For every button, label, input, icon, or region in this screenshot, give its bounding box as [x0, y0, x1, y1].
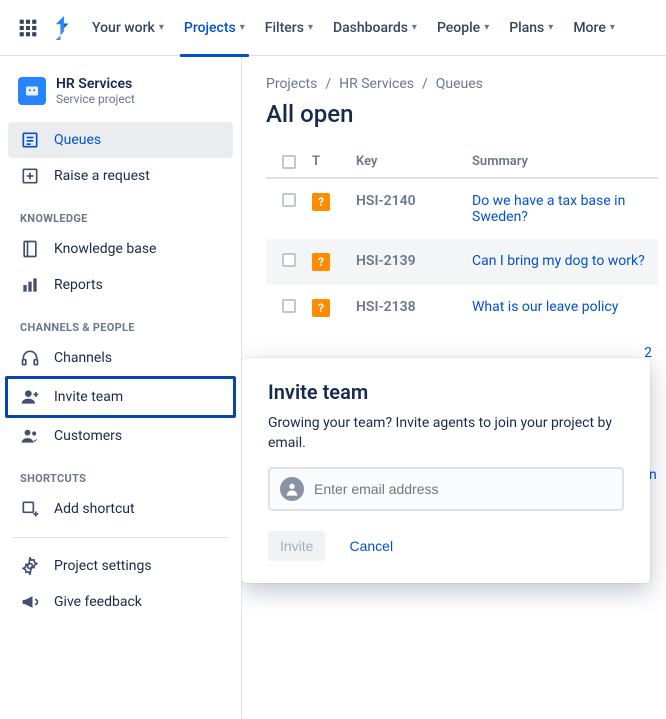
breadcrumb: Projects/ HR Services/ Queues — [266, 76, 658, 92]
issue-summary[interactable]: Can I bring my dog to work? — [472, 253, 658, 269]
nav-label: Your work — [92, 20, 155, 36]
top-nav: Your work ▾ Projects ▾ Filters ▾ Dashboards… — [0, 0, 666, 56]
project-avatar-icon — [18, 77, 46, 105]
nav-filters[interactable]: Filters ▾ — [257, 14, 321, 42]
issue-key[interactable]: HSI-2140 — [356, 193, 472, 209]
nav-more[interactable]: More ▾ — [565, 14, 623, 42]
sidebar-item-label: Add shortcut — [54, 501, 135, 517]
gear-icon — [20, 556, 40, 576]
chevron-down-icon: ▾ — [484, 22, 489, 33]
chevron-down-icon: ▾ — [240, 22, 245, 33]
row-checkbox[interactable] — [282, 253, 296, 267]
issue-type-icon: ? — [312, 299, 330, 317]
nav-label: Plans — [509, 20, 544, 36]
sidebar-item-label: Knowledge base — [54, 241, 156, 257]
sidebar: HR Services Service project Queues Raise… — [0, 56, 242, 719]
nav-projects[interactable]: Projects ▾ — [176, 14, 253, 42]
sidebar-item-label: Customers — [54, 428, 122, 444]
column-summary[interactable]: Summary — [472, 154, 658, 169]
plus-box-icon — [20, 166, 40, 186]
section-channels-people: CHANNELS & PEOPLE — [8, 303, 233, 340]
sidebar-item-raise-request[interactable]: Raise a request — [8, 158, 233, 194]
table-row[interactable]: ? HSI-2138 What is our leave policy — [266, 285, 658, 331]
shortcut-plus-icon — [20, 499, 40, 519]
issue-key[interactable]: HSI-2138 — [356, 299, 472, 315]
table-header-row: T Key Summary — [266, 148, 658, 179]
breadcrumb-projects[interactable]: Projects — [266, 76, 317, 92]
chevron-down-icon: ▾ — [548, 22, 553, 33]
person-plus-icon — [20, 387, 40, 407]
sidebar-item-project-settings[interactable]: Project settings — [8, 548, 233, 584]
sidebar-item-add-shortcut[interactable]: Add shortcut — [8, 491, 233, 527]
people-icon — [20, 426, 40, 446]
column-key[interactable]: Key — [356, 154, 472, 169]
cancel-button[interactable]: Cancel — [337, 531, 405, 561]
column-type[interactable]: T — [312, 154, 356, 169]
chevron-down-icon: ▾ — [412, 22, 417, 33]
sidebar-item-invite-team[interactable]: Invite team — [5, 376, 236, 418]
chart-icon — [20, 275, 40, 295]
project-title: HR Services — [56, 76, 135, 92]
nav-plans[interactable]: Plans ▾ — [501, 14, 561, 42]
select-all-checkbox[interactable] — [282, 155, 296, 169]
book-icon — [20, 239, 40, 259]
divider — [12, 537, 229, 538]
sidebar-item-label: Invite team — [54, 389, 123, 405]
app-switcher-icon[interactable] — [12, 12, 44, 44]
nav-label: More — [573, 20, 606, 36]
row-checkbox[interactable] — [282, 299, 296, 313]
section-knowledge: KNOWLEDGE — [8, 194, 233, 231]
section-shortcuts: SHORTCUTS — [8, 454, 233, 491]
chevron-down-icon: ▾ — [159, 22, 164, 33]
sidebar-item-customers[interactable]: Customers — [8, 418, 233, 454]
project-header: HR Services Service project — [8, 68, 233, 122]
issue-summary[interactable]: What is our leave policy — [472, 299, 658, 315]
email-input-wrapper[interactable] — [268, 467, 624, 511]
sidebar-item-give-feedback[interactable]: Give feedback — [8, 584, 233, 620]
issue-type-icon: ? — [312, 253, 330, 271]
headset-icon — [20, 348, 40, 368]
breadcrumb-queues[interactable]: Queues — [436, 76, 483, 92]
modal-title: Invite team — [268, 380, 624, 404]
breadcrumb-hr-services[interactable]: HR Services — [339, 76, 414, 92]
page-title: All open — [266, 100, 658, 128]
nav-label: People — [437, 20, 480, 36]
issue-summary[interactable]: Do we have a tax base in Sweden? — [472, 193, 658, 225]
table-row[interactable]: ? HSI-2140 Do we have a tax base in Swed… — [266, 179, 658, 239]
sidebar-item-label: Queues — [54, 132, 101, 148]
sidebar-item-label: Reports — [54, 277, 103, 293]
sidebar-item-label: Give feedback — [54, 594, 142, 610]
nav-label: Filters — [265, 20, 304, 36]
main-content: Projects/ HR Services/ Queues All open T… — [242, 56, 666, 719]
issue-key[interactable]: HSI-2139 — [356, 253, 472, 269]
chevron-down-icon: ▾ — [610, 22, 615, 33]
invite-button[interactable]: Invite — [268, 531, 325, 561]
modal-description: Growing your team? Invite agents to join… — [268, 414, 624, 453]
person-icon — [280, 477, 304, 501]
jira-logo-icon[interactable] — [48, 12, 80, 44]
modal-actions: Invite Cancel — [268, 531, 624, 561]
sidebar-item-label: Channels — [54, 350, 112, 366]
nav-people[interactable]: People ▾ — [429, 14, 497, 42]
project-subtitle: Service project — [56, 92, 135, 106]
nav-dashboards[interactable]: Dashboards ▾ — [325, 14, 425, 42]
invite-team-modal: Invite team Growing your team? Invite ag… — [242, 358, 650, 583]
row-checkbox[interactable] — [282, 193, 296, 207]
nav-your-work[interactable]: Your work ▾ — [84, 14, 172, 42]
sidebar-item-knowledge-base[interactable]: Knowledge base — [8, 231, 233, 267]
sidebar-item-queues[interactable]: Queues — [8, 122, 233, 158]
email-field[interactable] — [314, 481, 612, 497]
sidebar-item-label: Raise a request — [54, 168, 150, 184]
sidebar-item-reports[interactable]: Reports — [8, 267, 233, 303]
issue-type-icon: ? — [312, 193, 330, 211]
sidebar-item-label: Project settings — [54, 558, 152, 574]
nav-label: Projects — [184, 20, 236, 36]
chevron-down-icon: ▾ — [308, 22, 313, 33]
table-row[interactable]: ? HSI-2139 Can I bring my dog to work? — [266, 239, 658, 285]
nav-label: Dashboards — [333, 20, 408, 36]
queues-icon — [20, 130, 40, 150]
sidebar-item-channels[interactable]: Channels — [8, 340, 233, 376]
megaphone-icon — [20, 592, 40, 612]
